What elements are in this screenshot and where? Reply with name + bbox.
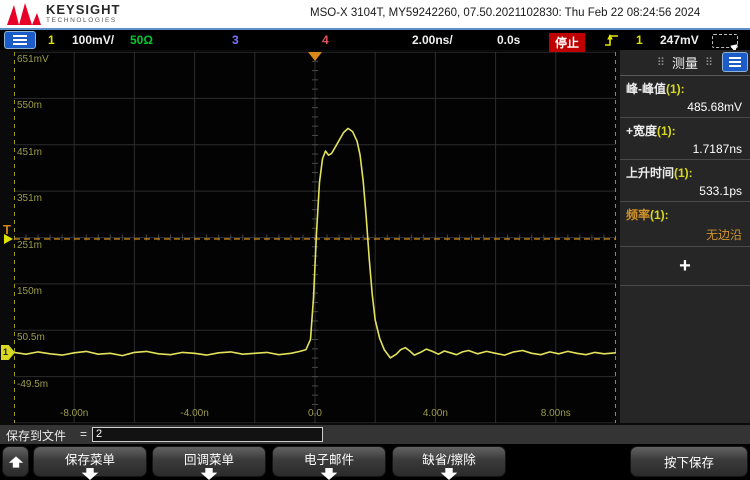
add-measurement-button[interactable]: + [673, 255, 697, 277]
press-to-save-button[interactable]: 按下保存 [630, 446, 748, 477]
up-arrow-icon [8, 455, 24, 469]
hamburger-icon [729, 57, 741, 59]
measurement-item: 频率(1): 无边沿 [620, 202, 750, 247]
trigger-slope-icon [604, 32, 620, 48]
softkey-label: 回调菜单 [153, 449, 265, 468]
measurements-panel: ⠿ 测量 ⠿ 峰-峰值(1): 485.68mV +宽度(1): 1.7187n… [620, 50, 750, 423]
measurement-value: 无边沿 [626, 226, 750, 243]
panel-title: 测量 [672, 53, 698, 72]
softkey-menu-bar: 保存菜单 回调菜单 电子邮件 缺省/擦除 按下保存 [0, 444, 750, 480]
oscilloscope-screen: KEYSIGHT TECHNOLOGIES MSO-X 3104T, MY592… [0, 0, 750, 480]
save-to-file-bar: 保存到文件 = [0, 425, 750, 444]
panel-header: ⠿ 测量 ⠿ [620, 50, 750, 76]
back-button[interactable] [2, 446, 29, 477]
measurement-value: 1.7187ns [626, 142, 750, 156]
brand-subtitle: TECHNOLOGIES [46, 18, 120, 25]
keysight-logo-icon [6, 2, 42, 26]
softkey-label: 电子邮件 [273, 449, 385, 468]
measurement-item: 峰-峰值(1): 485.68mV [620, 76, 750, 118]
equals-sign: = [80, 427, 87, 441]
cursor-tool-icon[interactable] [712, 34, 738, 48]
ch1-ground-marker[interactable]: 1 [1, 345, 15, 360]
panel-menu-button[interactable] [722, 52, 748, 72]
hamburger-icon [13, 35, 27, 37]
down-arrow-icon [199, 468, 219, 480]
measurement-index: (1): [674, 166, 693, 180]
softkey-save-menu[interactable]: 保存菜单 [33, 446, 147, 477]
measurement-item: 上升时间(1): 533.1ps [620, 160, 750, 202]
trigger-level-value[interactable]: 247mV [660, 33, 699, 47]
brand-name: KEYSIGHT [46, 3, 120, 16]
timebase-value[interactable]: 2.00ns/ [412, 33, 453, 47]
down-arrow-icon [439, 468, 459, 480]
measurement-index: (1): [666, 82, 685, 96]
header-bar: KEYSIGHT TECHNOLOGIES MSO-X 3104T, MY592… [0, 0, 750, 30]
softkey-default-erase[interactable]: 缺省/擦除 [392, 446, 506, 477]
brand-block: KEYSIGHT TECHNOLOGIES [46, 3, 120, 25]
measurement-item: +宽度(1): 1.7187ns [620, 118, 750, 160]
softkey-label: 保存菜单 [34, 449, 146, 468]
filename-input[interactable] [92, 427, 323, 442]
measurement-index: (1): [650, 208, 669, 222]
ch4-number[interactable]: 4 [322, 33, 329, 47]
status-bar: 1 100mV/ 50Ω 3 4 2.00ns/ 0.0s 停止 1 247mV [0, 30, 750, 50]
save-to-file-label: 保存到文件 [6, 427, 66, 444]
add-measurement-row: + [620, 247, 750, 286]
down-arrow-icon [319, 468, 339, 480]
waveform-plot [14, 52, 616, 423]
measurement-name: 上升时间 [626, 166, 674, 180]
measurement-name: +宽度 [626, 124, 657, 138]
measurement-value: 533.1ps [626, 184, 750, 198]
trigger-time-marker[interactable] [308, 52, 322, 61]
drag-grip-icon[interactable]: ⠿ [657, 56, 665, 69]
run-status-badge[interactable]: 停止 [549, 33, 585, 53]
main-menu-button[interactable] [4, 31, 36, 49]
softkey-recall-menu[interactable]: 回调菜单 [152, 446, 266, 477]
trigger-source: 1 [636, 33, 643, 47]
measurement-index: (1): [657, 124, 676, 138]
delay-value[interactable]: 0.0s [497, 33, 520, 47]
softkey-email[interactable]: 电子邮件 [272, 446, 386, 477]
ch1-impedance[interactable]: 50Ω [130, 33, 153, 47]
trigger-level-arrow-icon[interactable] [4, 234, 13, 244]
model-info-text: MSO-X 3104T, MY59242260, 07.50.202110283… [310, 7, 700, 19]
measurement-name: 频率 [626, 208, 650, 222]
ch1-number[interactable]: 1 [48, 33, 55, 47]
measurement-value: 485.68mV [626, 100, 750, 114]
ch3-number[interactable]: 3 [232, 33, 239, 47]
measurement-name: 峰-峰值 [626, 82, 666, 96]
ch1-scale[interactable]: 100mV/ [72, 33, 114, 47]
softkey-label: 缺省/擦除 [393, 449, 505, 468]
grid-area: 651mV550m451m351m251m150m50.5m-49.5m-8.0… [14, 52, 616, 423]
drag-grip-icon[interactable]: ⠿ [705, 56, 713, 69]
down-arrow-icon [80, 468, 100, 480]
